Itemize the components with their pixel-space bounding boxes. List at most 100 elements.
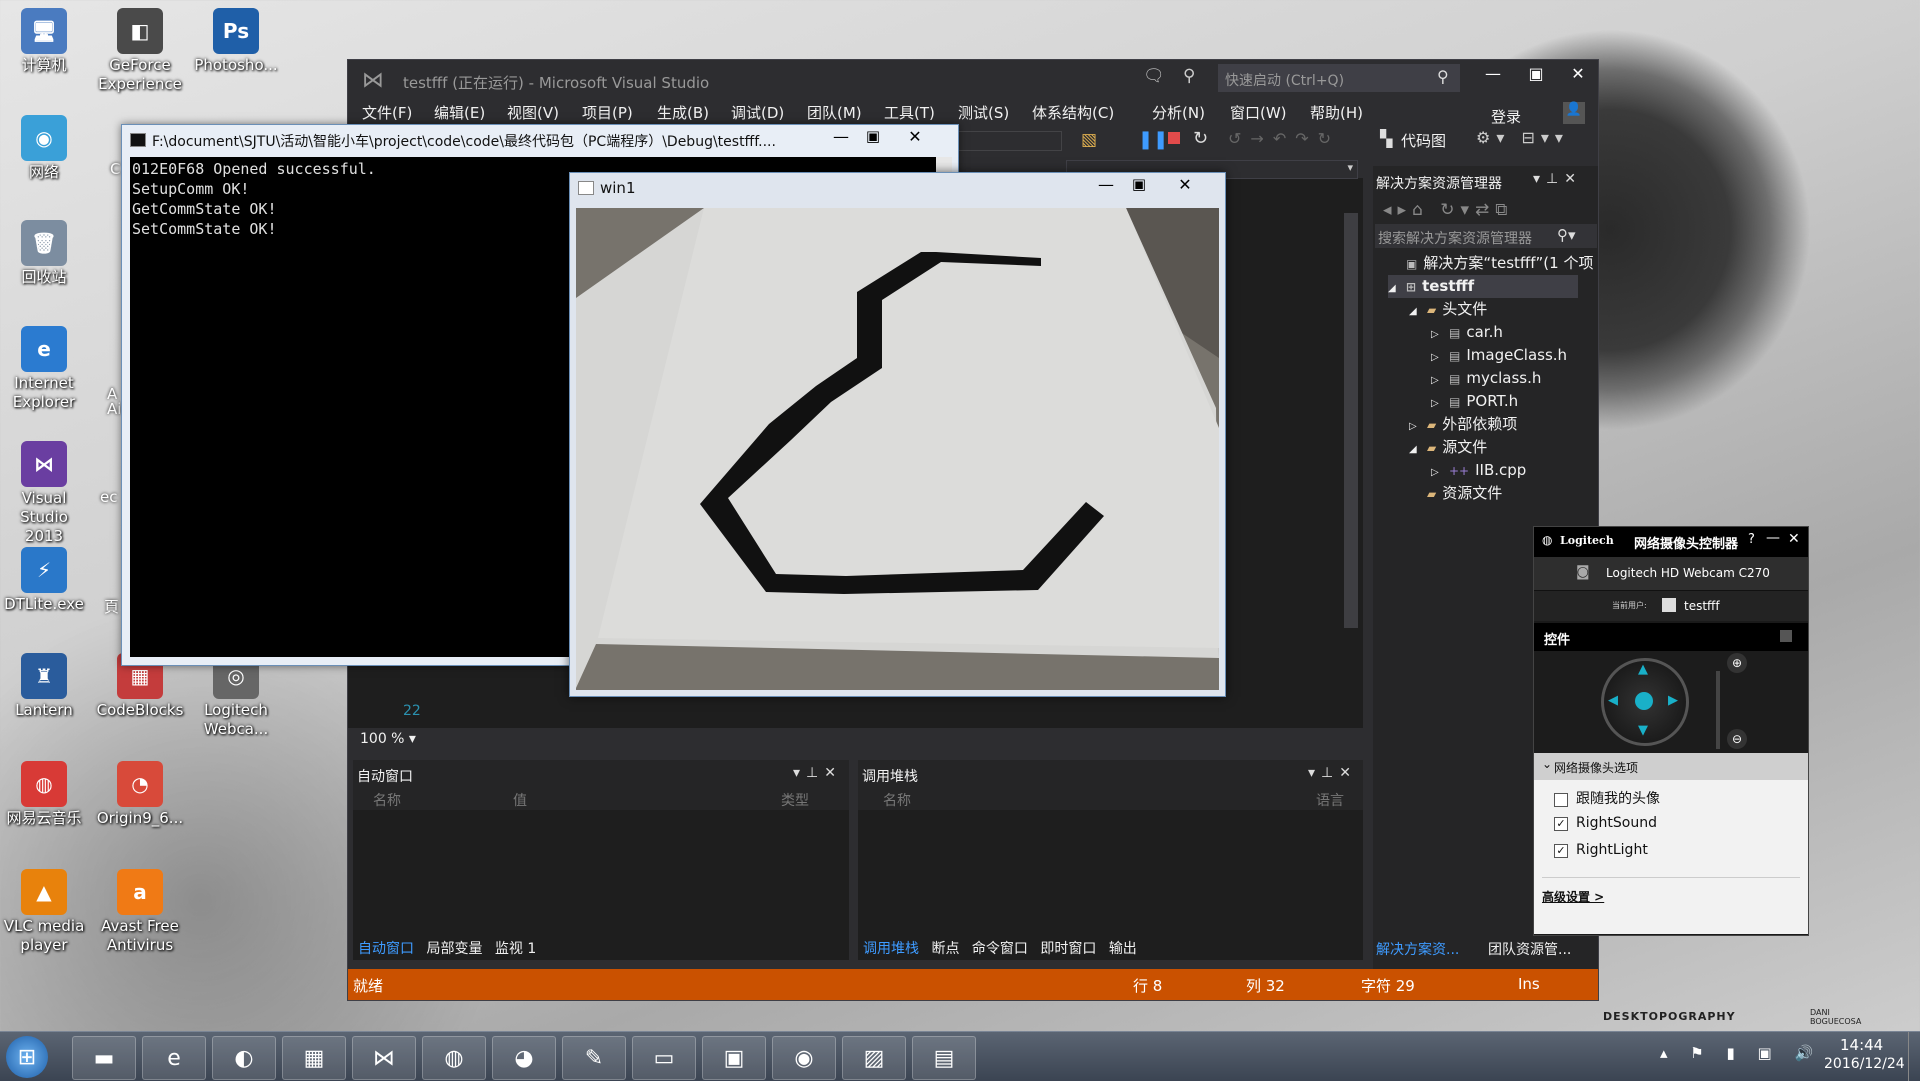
zoom-slider[interactable] bbox=[1716, 671, 1720, 749]
filter-icon[interactable]: ⚲ bbox=[1183, 66, 1195, 86]
zoom-out-icon[interactable]: ⊖ bbox=[1727, 729, 1747, 749]
webcam-options-header[interactable]: ⌄ 网络摄像头选项 bbox=[1534, 753, 1808, 780]
arrow-left-icon[interactable]: ◀ bbox=[1608, 693, 1618, 708]
desktop-icon-4[interactable]: 🗑 回收站 bbox=[0, 220, 88, 287]
expand-arrow-icon[interactable]: ▷ bbox=[1431, 461, 1449, 484]
tab-auto-window[interactable]: 自动窗口 bbox=[358, 941, 414, 957]
menu-window[interactable]: 窗口(W) bbox=[1230, 102, 1287, 123]
tree-item[interactable]: ◢ ▰ 头文件 bbox=[1409, 298, 1487, 321]
taskbar-webcam-icon[interactable]: ◉ bbox=[772, 1036, 836, 1080]
taskbar-paint-icon[interactable]: ✎ bbox=[562, 1036, 626, 1080]
desktop-icon-7[interactable]: ⚡ DTLite.exe bbox=[0, 547, 88, 614]
minimize-button[interactable]: — bbox=[1478, 64, 1508, 83]
close-button[interactable]: ✕ bbox=[1788, 531, 1800, 547]
tree-item[interactable]: ▷ ++ IIB.cpp bbox=[1431, 459, 1526, 482]
tab-breakpoints[interactable]: 断点 bbox=[931, 941, 959, 957]
help-icon[interactable]: ? bbox=[1748, 532, 1755, 547]
menu-analyze[interactable]: 分析(N) bbox=[1152, 102, 1205, 123]
expand-arrow-icon[interactable]: ▷ bbox=[1409, 415, 1427, 438]
panel-options-icons[interactable]: ▾⊥✕ bbox=[1308, 765, 1357, 781]
minimize-button[interactable]: — bbox=[1092, 175, 1120, 197]
checkbox[interactable]: ✓ bbox=[1554, 816, 1568, 831]
editor-scrollbar[interactable] bbox=[1344, 213, 1358, 628]
column-header-language[interactable]: 语言 bbox=[1316, 790, 1344, 810]
menu-view[interactable]: 视图(V) bbox=[507, 102, 559, 123]
tree-item[interactable]: ▰ 资源文件 bbox=[1409, 482, 1502, 505]
panel-options-icons[interactable]: ▾⊥✕ bbox=[793, 765, 842, 781]
menu-help[interactable]: 帮助(H) bbox=[1310, 102, 1363, 123]
menu-build[interactable]: 生成(B) bbox=[657, 102, 709, 123]
restart-icon[interactable]: ↻ bbox=[1193, 128, 1208, 149]
zoom-dropdown[interactable]: 100 % ▾ bbox=[360, 731, 416, 747]
taskbar-photo-viewer-icon[interactable]: ▨ bbox=[842, 1036, 906, 1080]
desktop-icon-11[interactable]: ◍ 网易云音乐 bbox=[0, 761, 88, 828]
checkbox[interactable]: ✓ bbox=[1554, 843, 1568, 858]
menu-edit[interactable]: 编辑(E) bbox=[434, 102, 485, 123]
solution-search-input[interactable]: 搜索解决方案资源管理器 ⚲▾ bbox=[1375, 224, 1597, 248]
taskbar-netease-music-icon[interactable]: ◍ bbox=[422, 1036, 486, 1080]
arrow-down-icon[interactable]: ▼ bbox=[1638, 723, 1648, 738]
tab-call-stack[interactable]: 调用堆栈 bbox=[863, 941, 919, 957]
stop-icon[interactable] bbox=[1168, 132, 1180, 144]
feedback-icon[interactable]: 🗨 bbox=[1143, 66, 1165, 86]
tab-command-window[interactable]: 命令窗口 bbox=[972, 941, 1028, 957]
code-map-button[interactable]: 代码图 bbox=[1401, 130, 1446, 151]
close-button[interactable]: ✕ bbox=[1563, 64, 1593, 83]
login-link[interactable]: 登录 bbox=[1491, 106, 1521, 127]
taskbar-github-icon[interactable]: ◕ bbox=[492, 1036, 556, 1080]
desktop-icon-2[interactable]: Ps Photosho... bbox=[192, 8, 280, 75]
clock-time[interactable]: 14:44 bbox=[1840, 1036, 1883, 1054]
taskbar-cmd-icon[interactable]: ▭ bbox=[632, 1036, 696, 1080]
menu-test[interactable]: 测试(S) bbox=[958, 102, 1009, 123]
step-icons[interactable]: ↺→↶↷↻ bbox=[1228, 129, 1340, 148]
column-header-value[interactable]: 值 bbox=[513, 790, 527, 810]
zoom-in-icon[interactable]: ⊕ bbox=[1727, 653, 1747, 673]
tab-output[interactable]: 输出 bbox=[1109, 941, 1137, 957]
checkbox[interactable] bbox=[1554, 792, 1568, 807]
minimize-button[interactable]: — bbox=[1766, 530, 1780, 546]
tray-icons[interactable]: ▴ ⚑ ▮ ▣ 🔊 bbox=[1660, 1044, 1822, 1062]
tab-locals[interactable]: 局部变量 bbox=[426, 941, 482, 957]
expand-arrow-icon[interactable]: ◢ bbox=[1409, 300, 1427, 323]
desktop-icon-3[interactable]: ◉ 网络 bbox=[0, 115, 88, 182]
panel-options-icons[interactable]: ▾⊥✕ bbox=[1533, 171, 1582, 187]
collapse-icon[interactable] bbox=[1780, 630, 1792, 642]
webcam-option[interactable]: 跟随我的头像 bbox=[1554, 788, 1660, 808]
column-header-name[interactable]: 名称 bbox=[883, 790, 911, 810]
desktop-icon-12[interactable]: ◔ Origin9_6... bbox=[96, 761, 184, 828]
tree-item[interactable]: ▷ ▤ car.h bbox=[1431, 321, 1503, 344]
taskbar-windows-app-icon[interactable]: ▦ bbox=[282, 1036, 346, 1080]
menu-debug[interactable]: 调试(D) bbox=[731, 102, 784, 123]
taskbar-eclipse-icon[interactable]: ◐ bbox=[212, 1036, 276, 1080]
close-button[interactable]: ✕ bbox=[1165, 175, 1205, 197]
device-selector[interactable]: ◙ Logitech HD Webcam C270 bbox=[1534, 557, 1808, 591]
column-header-type[interactable]: 类型 bbox=[781, 790, 809, 810]
solution-toolbar-icons[interactable]: ◂▸⌂ ↻▾⇄⧉ bbox=[1383, 200, 1513, 220]
account-avatar[interactable]: 👤 bbox=[1563, 102, 1585, 124]
pan-tilt-dpad[interactable]: ▲ ▼ ◀ ▶ bbox=[1601, 658, 1689, 746]
clock-date[interactable]: 2016/12/24 bbox=[1824, 1056, 1905, 1072]
maximize-button[interactable]: ▣ bbox=[859, 127, 887, 149]
quick-launch-input[interactable]: 快速启动 (Ctrl+Q) ⚲ bbox=[1218, 64, 1460, 92]
column-header-name[interactable]: 名称 bbox=[373, 790, 401, 810]
expand-arrow-icon[interactable]: ▷ bbox=[1431, 323, 1449, 346]
desktop-icon-0[interactable]: 🖥 计算机 bbox=[0, 8, 88, 75]
menu-file[interactable]: 文件(F) bbox=[362, 102, 412, 123]
expand-arrow-icon[interactable]: ◢ bbox=[1388, 277, 1406, 300]
taskbar-visual-studio-icon[interactable]: ⋈ bbox=[352, 1036, 416, 1080]
attach-icon[interactable]: ▧ bbox=[1081, 130, 1097, 150]
tree-item[interactable]: ▷ ▤ ImageClass.h bbox=[1431, 344, 1567, 367]
menu-architecture[interactable]: 体系结构(C) bbox=[1032, 102, 1114, 123]
tab-solution-explorer[interactable]: 解决方案资... bbox=[1376, 939, 1459, 959]
desktop-icon-5[interactable]: e Internet Explorer bbox=[0, 326, 88, 412]
taskbar-explorer-icon[interactable]: ▬ bbox=[72, 1036, 136, 1080]
menu-project[interactable]: 项目(P) bbox=[582, 102, 633, 123]
taskbar-ie-icon[interactable]: e bbox=[142, 1036, 206, 1080]
expand-arrow-icon[interactable]: ▷ bbox=[1431, 346, 1449, 369]
taskbar-start-icon[interactable]: ⊞ bbox=[6, 1036, 48, 1078]
desktop-icon-8[interactable]: ♜ Lantern bbox=[0, 653, 88, 720]
tab-watch-1[interactable]: 监视 1 bbox=[495, 941, 536, 957]
tab-immediate-window[interactable]: 即时窗口 bbox=[1040, 941, 1096, 957]
desktop-icon-13[interactable]: ▲ VLC media player bbox=[0, 869, 88, 955]
tab-team-explorer[interactable]: 团队资源管... bbox=[1488, 939, 1571, 959]
